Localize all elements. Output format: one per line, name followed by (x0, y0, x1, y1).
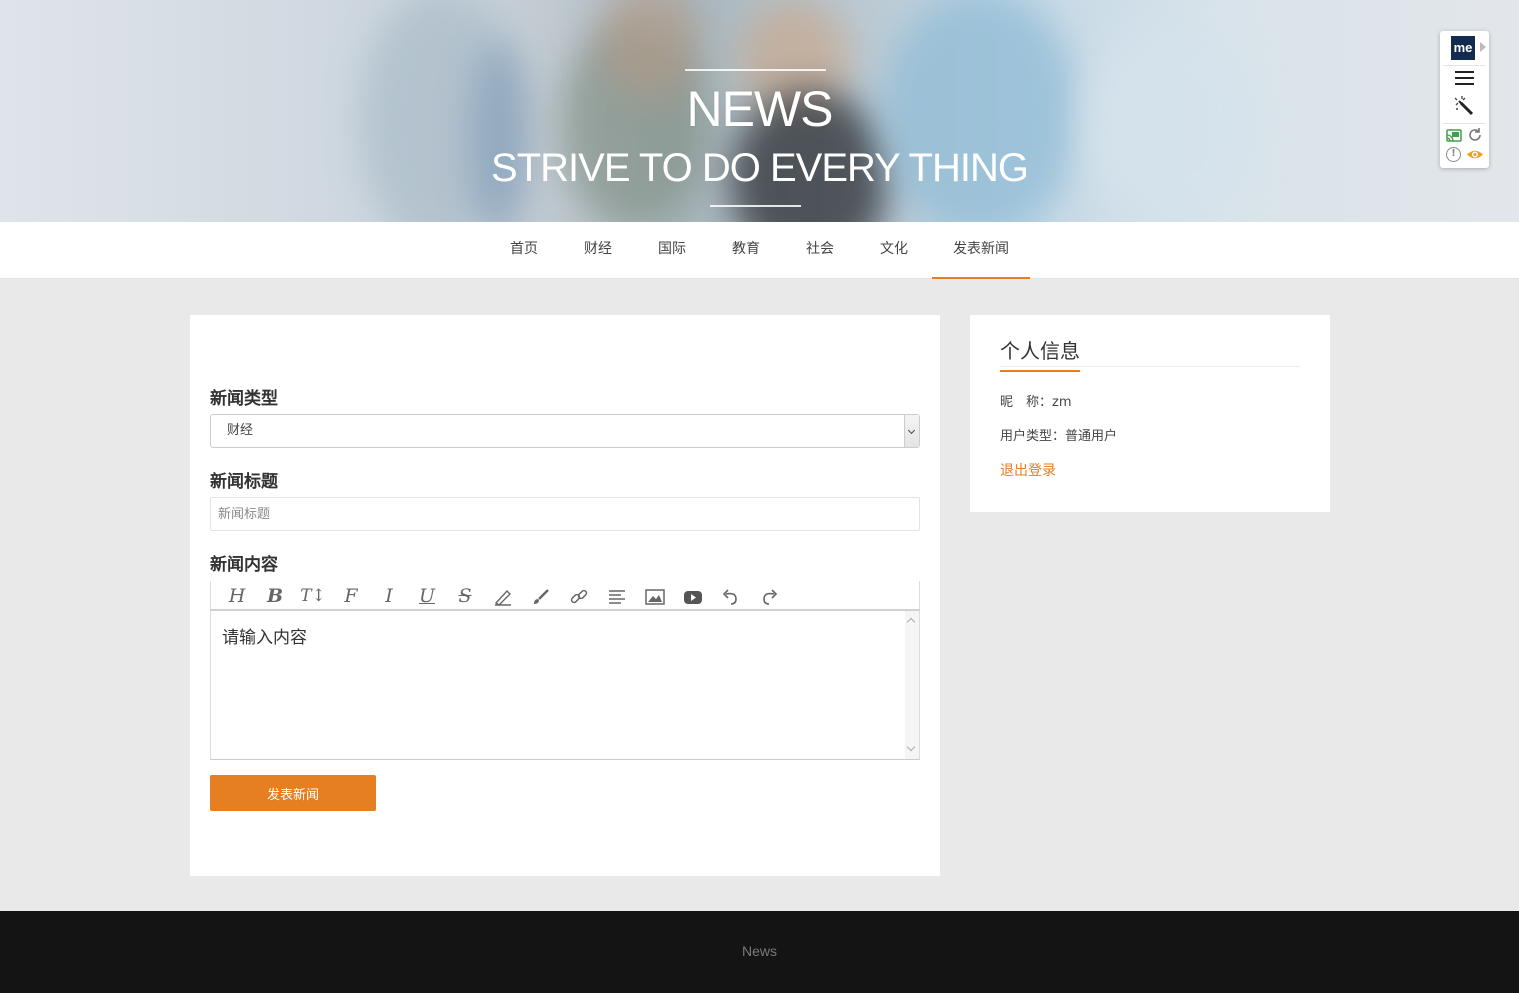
logout-link[interactable]: 退出登录 (1000, 460, 1056, 480)
publish-news-form: 新闻类型 财经 新闻标题 新闻内容 H B T↕ F I U S (190, 315, 940, 876)
news-title-input[interactable] (210, 497, 920, 531)
hero-banner: NEWS STRIVE TO DO EVERY THING (0, 0, 1519, 222)
align-icon[interactable] (604, 585, 630, 609)
usertype-value: 普通用户 (1065, 429, 1118, 444)
browser-extension-panel: me ! (1440, 31, 1489, 168)
main-navigation: 首页 财经 国际 教育 社会 文化 发表新闻 (0, 222, 1519, 279)
nav-item-finance[interactable]: 财经 (574, 222, 622, 279)
chevron-down-icon[interactable] (904, 415, 919, 447)
nav-item-education[interactable]: 教育 (722, 222, 770, 279)
heading-icon[interactable]: H (224, 585, 250, 609)
news-title-label: 新闻标题 (210, 472, 278, 492)
video-icon[interactable] (680, 585, 706, 609)
editor-scrollbar[interactable] (905, 611, 919, 759)
scroll-down-icon[interactable] (906, 742, 916, 752)
usertype-label: 用户类型： (1000, 429, 1066, 444)
news-type-selected-value: 财经 (227, 423, 254, 438)
nickname-row: 昵 称：zm (1000, 391, 1072, 410)
link-icon[interactable] (566, 585, 592, 609)
cast-icon[interactable] (1446, 129, 1462, 142)
nav-item-society[interactable]: 社会 (796, 222, 844, 279)
hero-title: NEWS (686, 81, 834, 137)
nav-item-international[interactable]: 国际 (648, 222, 696, 279)
font-size-icon[interactable]: T↕ (300, 585, 326, 609)
eye-icon[interactable] (1466, 148, 1484, 161)
footer-text: News (741, 943, 777, 959)
redo-icon[interactable] (756, 585, 782, 609)
usertype-row: 用户类型：普通用户 (1000, 425, 1117, 444)
profile-card: 个人信息 昵 称：zm 用户类型：普通用户 退出登录 (970, 315, 1330, 512)
warning-icon[interactable]: ! (1446, 147, 1461, 162)
highlight-icon[interactable] (490, 585, 516, 609)
image-icon[interactable] (642, 585, 668, 609)
italic-icon[interactable]: I (376, 585, 402, 609)
nav-item-publish-news[interactable]: 发表新闻 (932, 222, 1030, 279)
divider (1443, 65, 1486, 66)
hero-divider-bottom (710, 205, 801, 207)
scroll-up-icon[interactable] (906, 617, 916, 627)
hero-subtitle: STRIVE TO DO EVERY THING (491, 146, 1029, 190)
strikethrough-icon[interactable]: S (452, 585, 478, 609)
divider (1000, 366, 1300, 367)
bold-icon[interactable]: B (262, 585, 288, 609)
font-family-icon[interactable]: F (338, 585, 364, 609)
editor-toolbar: H B T↕ F I U S (210, 581, 920, 611)
brush-icon[interactable] (528, 585, 554, 609)
publish-news-button[interactable]: 发表新闻 (210, 775, 376, 811)
news-type-label: 新闻类型 (210, 389, 278, 409)
menu-icon[interactable] (1455, 71, 1474, 85)
expand-arrow-icon[interactable] (1480, 42, 1486, 52)
footer: News (0, 911, 1519, 993)
editor-placeholder-text: 请输入内容 (222, 628, 307, 648)
divider (1443, 123, 1486, 124)
news-content-label: 新闻内容 (210, 555, 278, 575)
refresh-icon[interactable] (1467, 127, 1483, 143)
news-content-editor[interactable]: 请输入内容 (210, 611, 920, 760)
nickname-label: 昵 称： (1000, 395, 1053, 410)
nickname-value: zm (1052, 395, 1072, 410)
underline-icon[interactable]: U (414, 585, 440, 609)
undo-icon[interactable] (718, 585, 744, 609)
me-logo-icon[interactable]: me (1451, 36, 1475, 60)
nav-item-culture[interactable]: 文化 (870, 222, 918, 279)
news-type-select[interactable]: 财经 (210, 414, 920, 448)
magic-wand-icon[interactable] (1453, 95, 1475, 117)
hero-divider-top (685, 69, 826, 71)
nav-item-home[interactable]: 首页 (500, 222, 548, 279)
